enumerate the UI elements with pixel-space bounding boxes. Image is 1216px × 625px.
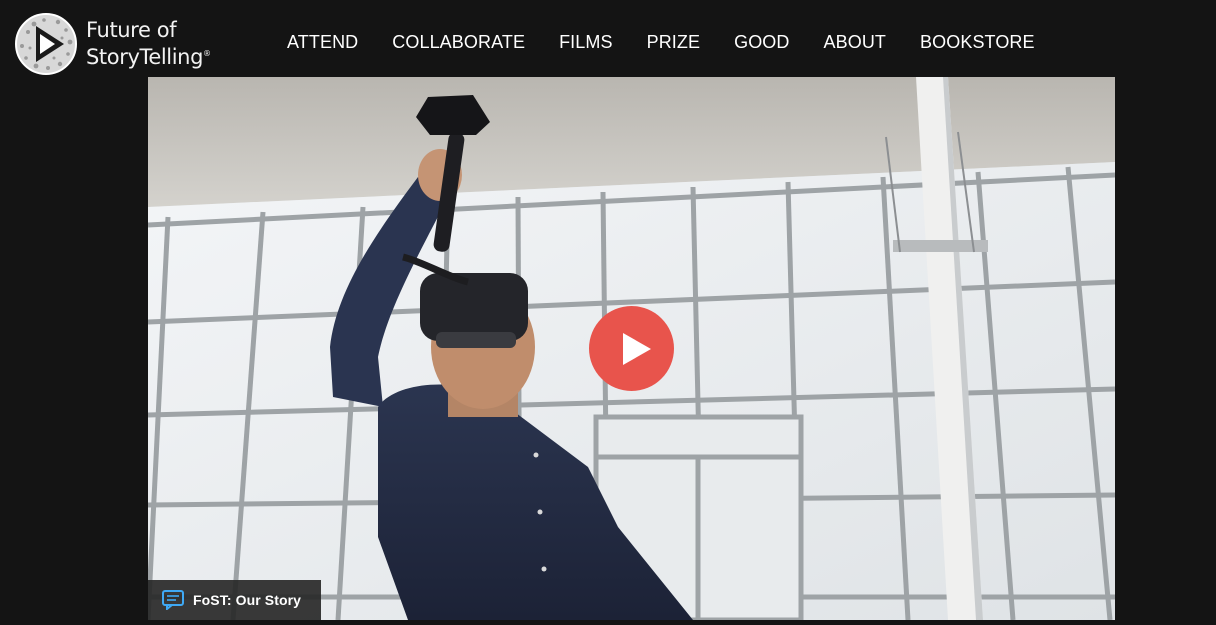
nav-item-collaborate[interactable]: COLLABORATE [392,31,525,53]
play-logo-icon [15,13,77,75]
nav-item-about[interactable]: ABOUT [824,31,887,53]
site-header: Future of StoryTelling® ATTEND COLLABORA… [0,0,1216,77]
play-icon [622,332,651,365]
page: Future of StoryTelling® ATTEND COLLABORA… [0,0,1216,625]
nav-item-good[interactable]: GOOD [734,31,789,53]
main-nav: ATTEND COLLABORATE FILMS PRIZE GOOD ABOU… [287,31,1035,53]
speech-bubble-icon [162,590,184,610]
nav-item-prize[interactable]: PRIZE [647,31,701,53]
nav-item-attend[interactable]: ATTEND [287,31,358,53]
video-player[interactable]: FoST: Our Story [148,77,1115,620]
play-button[interactable] [589,306,674,391]
registered-mark: ® [203,49,211,58]
brand-line-2: StoryTelling® [86,45,211,69]
nav-item-films[interactable]: FILMS [559,31,613,53]
nav-item-bookstore[interactable]: BOOKSTORE [920,31,1035,53]
video-title: FoST: Our Story [193,592,302,608]
video-caption[interactable]: FoST: Our Story [148,580,321,620]
site-logo[interactable]: Future of StoryTelling® [14,12,211,76]
brand-name: Future of StoryTelling® [86,19,211,69]
brand-line-1: Future of [86,18,177,42]
